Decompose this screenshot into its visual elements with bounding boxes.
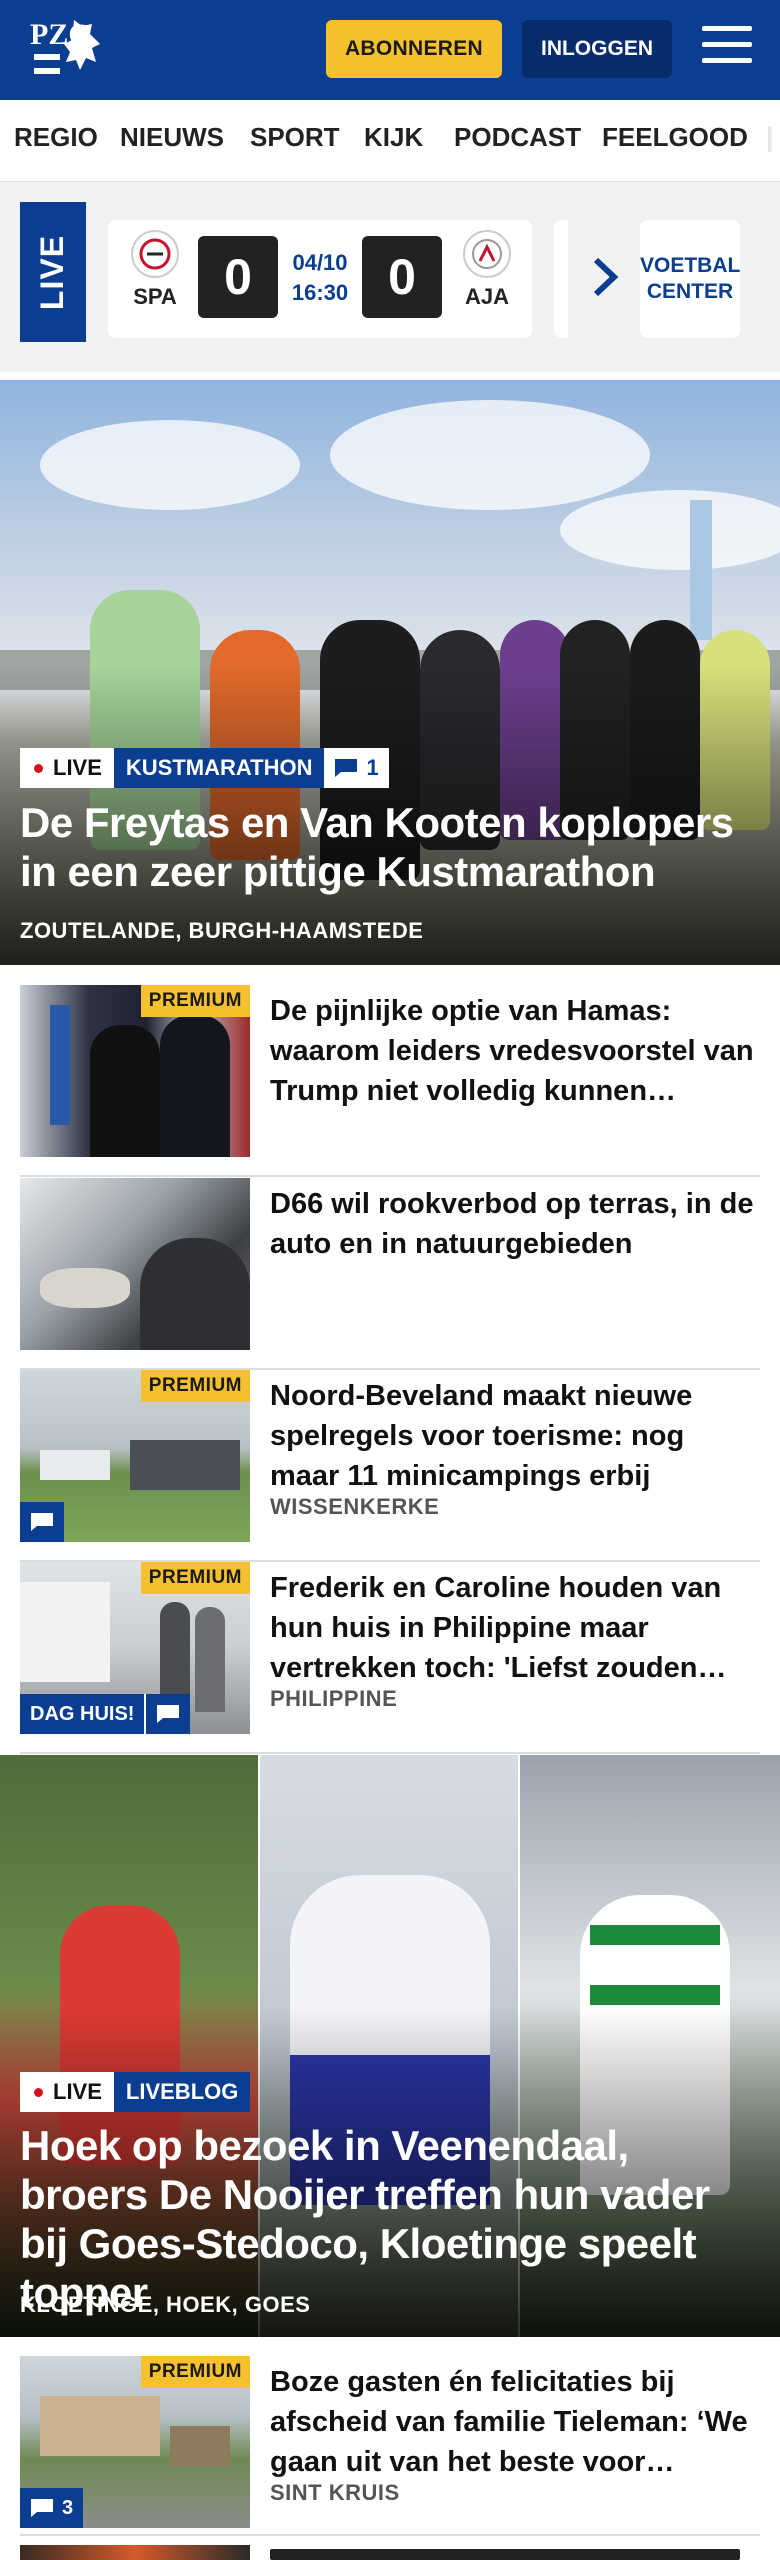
home-score: 0 — [198, 236, 278, 318]
article-location: SINT KRUIS — [270, 2480, 400, 2505]
hero-headline[interactable]: De Freytas en Van Kooten koplopers in ee… — [20, 798, 765, 896]
premium-badge: PREMIUM — [140, 2356, 250, 2388]
live-scores-tag: LIVE — [20, 202, 86, 342]
live-dot-icon — [34, 2087, 43, 2097]
feature-location: KLOETINGE, HOEK, GOES — [20, 2292, 311, 2317]
dag-huis-label: DAG HUIS! — [20, 1694, 145, 1734]
article-headline[interactable]: Boze gasten én felicitaties bij afscheid… — [270, 2362, 760, 2482]
nav-item-regio[interactable]: REGIO — [14, 122, 98, 153]
match-card[interactable]: SPA 0 04/10 16:30 0 AJA — [108, 220, 532, 338]
home-team-abbr: SPA — [133, 284, 177, 309]
next-match-card-stub[interactable] — [554, 220, 568, 338]
article-headline[interactable]: Noord-Beveland maakt nieuwe spelregels v… — [270, 1376, 760, 1496]
voetbal-center-link[interactable]: VOETBAL CENTER — [640, 220, 740, 338]
article-thumbnail[interactable]: PREMIUM DAG HUIS! — [20, 1562, 250, 1734]
away-team-abbr: AJA — [464, 284, 509, 309]
article-item[interactable]: PREMIUM Noord-Beveland maakt nieuwe spel… — [20, 1370, 760, 1562]
live-scores-bar: LIVE SPA 0 04/10 16:30 0 AJA VOETBAL CEN… — [0, 182, 780, 372]
article-thumbnail[interactable] — [20, 1178, 250, 1350]
away-team: AJA — [452, 230, 522, 310]
match-datetime: 04/10 16:30 — [278, 248, 362, 308]
away-score: 0 — [362, 236, 442, 318]
menu-icon[interactable] — [702, 26, 752, 70]
home-team: SPA — [120, 230, 190, 310]
hero-location: ZOUTELANDE, BURGH-HAAMSTEDE — [20, 918, 424, 943]
article-thumbnail[interactable]: PREMIUM — [20, 1370, 250, 1542]
comments-badge[interactable] — [144, 1694, 191, 1734]
article-thumbnail[interactable]: PREMIUM 3 — [20, 2356, 250, 2528]
comment-icon — [157, 1705, 180, 1723]
match-time: 16:30 — [291, 280, 349, 305]
hero-badges: LIVE KUSTMARATHON 1 — [20, 748, 389, 788]
article-item[interactable]: PREMIUM 3 Boze gasten én felicitaties bi… — [20, 2356, 760, 2536]
nav-item-podcast[interactable]: PODCAST — [454, 122, 581, 153]
player-stripe — [590, 1985, 720, 2005]
article-headline[interactable]: De pijnlijke optie van Hamas: waarom lei… — [270, 991, 760, 1111]
article-headline[interactable]: Frederik en Caroline houden van hun huis… — [270, 1568, 760, 1688]
comments-badge[interactable]: 1 — [324, 748, 389, 788]
premium-badge: PREMIUM — [140, 985, 250, 1017]
nav-item-feelgood[interactable]: FEELGOOD — [602, 122, 748, 153]
login-button[interactable]: INLOGGEN — [522, 20, 672, 78]
next-article-peek[interactable] — [20, 2545, 760, 2560]
premium-badge: PREMIUM — [140, 1370, 250, 1402]
nav-item-nieuws[interactable]: NIEUWS — [120, 122, 224, 153]
match-date: 04/10 — [292, 250, 348, 275]
live-badge: LIVE — [20, 2072, 114, 2112]
nav-fade — [750, 100, 780, 181]
comment-icon — [31, 2499, 53, 2517]
pzc-logo[interactable]: PZC — [30, 14, 110, 86]
article-item[interactable]: D66 wil rookverbod op terras, in de auto… — [20, 1178, 760, 1370]
article-item[interactable]: PREMIUM De pijnlijke optie van Hamas: wa… — [20, 985, 760, 1177]
category-badge[interactable]: LIVEBLOG — [113, 2072, 251, 2112]
article-location: WISSENKERKE — [270, 1494, 440, 1519]
chevron-right-icon[interactable] — [588, 252, 624, 302]
live-badge: LIVE — [20, 748, 114, 788]
comments-badge[interactable]: 3 — [20, 2488, 84, 2528]
article-headline[interactable]: D66 wil rookverbod op terras, in de auto… — [270, 1184, 760, 1264]
dag-huis-tag[interactable]: DAG HUIS! — [20, 1694, 191, 1734]
comment-icon — [31, 1513, 53, 1531]
live-dot-icon — [34, 763, 43, 773]
category-badge[interactable]: KUSTMARATHON — [113, 748, 325, 788]
feature-headline[interactable]: Hoek op bezoek in Veenendaal, broers De … — [20, 2121, 765, 2317]
site-header: PZC ABONNEREN INLOGGEN — [0, 0, 780, 100]
comments-badge[interactable] — [20, 1502, 64, 1542]
section-nav: REGIO NIEUWS SPORT KIJK PODCAST FEELGOOD — [0, 100, 780, 182]
premium-badge: PREMIUM — [140, 1562, 250, 1594]
feature-badges: LIVE LIVEBLOG — [20, 2072, 251, 2112]
comment-icon — [335, 759, 358, 777]
article-thumbnail[interactable]: PREMIUM — [20, 985, 250, 1157]
nav-item-kijk[interactable]: KIJK — [364, 122, 423, 153]
home-team-crest-icon — [131, 230, 179, 278]
away-team-crest-icon — [463, 230, 511, 278]
subscribe-button[interactable]: ABONNEREN — [326, 20, 502, 78]
article-location: PHILIPPINE — [270, 1686, 398, 1711]
player-stripe — [590, 1925, 720, 1945]
pzc-lion-logo-icon: PZC — [30, 18, 100, 74]
article-item[interactable]: PREMIUM DAG HUIS! Frederik en Caroline h… — [20, 1562, 760, 1754]
nav-item-sport[interactable]: SPORT — [250, 122, 340, 153]
